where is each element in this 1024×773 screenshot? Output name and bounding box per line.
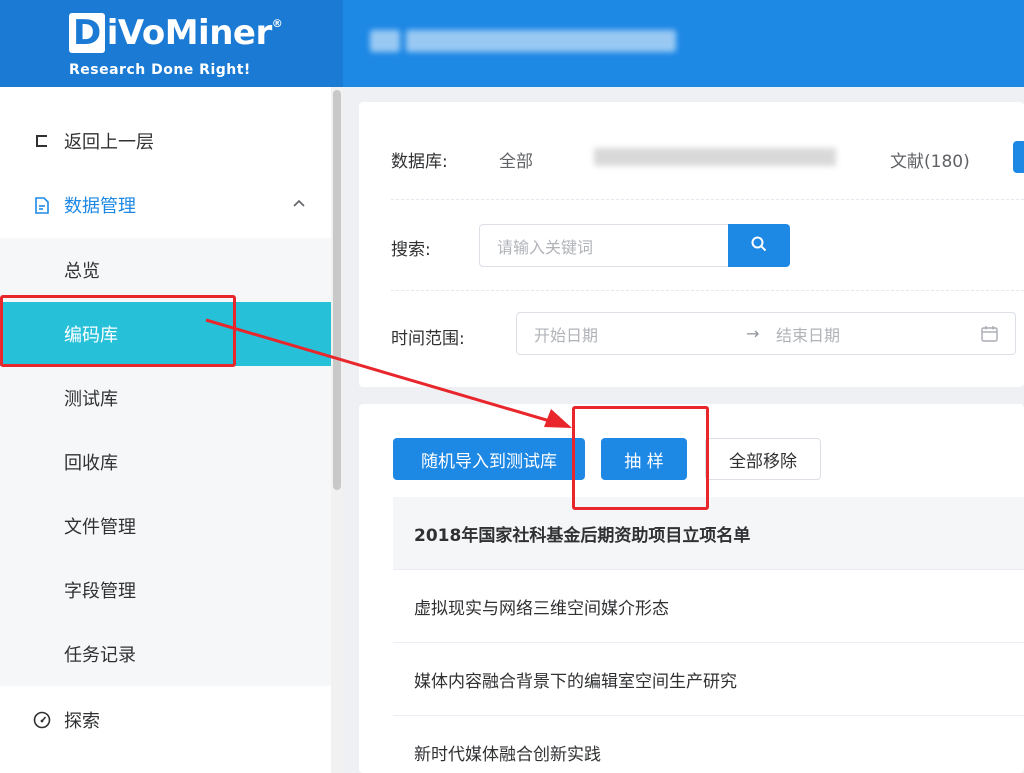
annotation-box-coding-library bbox=[0, 295, 236, 367]
search-icon bbox=[751, 236, 767, 256]
database-option-active-edge[interactable] bbox=[1013, 141, 1024, 173]
list-item-title: 虚拟现实与网络三维空间媒介形态 bbox=[414, 598, 669, 619]
data-management-label: 数据管理 bbox=[64, 196, 136, 217]
filter-divider bbox=[391, 290, 1024, 291]
blurred-database-option[interactable] bbox=[594, 148, 836, 166]
annotation-box-sample-button bbox=[572, 406, 709, 510]
list-item-title: 2018年国家社科基金后期资助项目立项名单 bbox=[414, 525, 751, 546]
logo-text: iVoMiner bbox=[106, 13, 273, 53]
back-icon bbox=[32, 134, 52, 148]
logo-initial: D bbox=[69, 13, 105, 53]
search-button[interactable] bbox=[728, 224, 790, 267]
list-item[interactable]: 新时代媒体融合创新实践 bbox=[393, 716, 1024, 773]
sidebar-item-label: 字段管理 bbox=[64, 581, 136, 602]
back-nav-item[interactable]: 返回上一层 bbox=[0, 109, 331, 173]
search-input[interactable]: 请输入关键词 bbox=[479, 224, 729, 267]
calendar-icon[interactable] bbox=[981, 325, 998, 346]
dashboard-icon bbox=[32, 711, 52, 729]
sidebar-item-overview[interactable]: 总览 bbox=[0, 238, 331, 302]
sidebar-item-test-library[interactable]: 测试库 bbox=[0, 366, 331, 430]
list-item-title: 新时代媒体融合创新实践 bbox=[414, 744, 601, 765]
sidebar-item-label: 任务记录 bbox=[64, 645, 136, 666]
explore-nav-item[interactable]: 探索 bbox=[0, 688, 331, 752]
sidebar-scrollbar-thumb[interactable] bbox=[333, 90, 341, 490]
list-item-title: 媒体内容融合背景下的编辑室空间生产研究 bbox=[414, 671, 737, 692]
start-date-input[interactable]: 开始日期 bbox=[534, 322, 598, 346]
date-range-picker[interactable]: 开始日期 → 结束日期 bbox=[516, 312, 1016, 355]
sidebar-item-label: 总览 bbox=[64, 261, 100, 282]
chevron-up-icon[interactable] bbox=[293, 195, 305, 211]
list-item[interactable]: 虚拟现实与网络三维空间媒介形态 bbox=[393, 570, 1024, 643]
filter-divider bbox=[391, 199, 1024, 200]
document-icon bbox=[32, 196, 52, 214]
top-header: DiVoMiner® Research Done Right! bbox=[0, 0, 1024, 87]
database-label: 数据库: bbox=[391, 152, 448, 172]
sidebar-item-recycle-library[interactable]: 回收库 bbox=[0, 430, 331, 494]
remove-all-button[interactable]: 全部移除 bbox=[705, 438, 821, 480]
blurred-project-title bbox=[370, 30, 676, 52]
search-placeholder: 请输入关键词 bbox=[497, 237, 594, 257]
sidebar-item-label: 文件管理 bbox=[64, 517, 136, 538]
time-range-label: 时间范围: bbox=[391, 329, 465, 349]
registered-mark: ® bbox=[271, 17, 283, 30]
logo-area: DiVoMiner® Research Done Right! bbox=[0, 0, 343, 87]
sidebar-item-label: 回收库 bbox=[64, 453, 118, 474]
range-arrow: → bbox=[746, 324, 760, 343]
sidebar-item-file-management[interactable]: 文件管理 bbox=[0, 494, 331, 558]
list-item[interactable]: 媒体内容融合背景下的编辑室空间生产研究 bbox=[393, 643, 1024, 716]
database-option-all[interactable]: 全部 bbox=[499, 147, 533, 172]
data-management-nav[interactable]: 数据管理 bbox=[0, 173, 331, 237]
back-label: 返回上一层 bbox=[64, 132, 154, 153]
end-date-input[interactable]: 结束日期 bbox=[776, 322, 840, 346]
sidebar-item-field-management[interactable]: 字段管理 bbox=[0, 558, 331, 622]
database-option-literature[interactable]: 文献(180) bbox=[890, 147, 970, 172]
sidebar-item-label: 测试库 bbox=[64, 389, 118, 410]
explore-label: 探索 bbox=[64, 711, 100, 732]
random-import-button[interactable]: 随机导入到测试库 bbox=[393, 438, 585, 480]
search-label: 搜索: bbox=[391, 240, 431, 260]
logo[interactable]: DiVoMiner® bbox=[69, 13, 283, 53]
sidebar-item-task-records[interactable]: 任务记录 bbox=[0, 622, 331, 686]
logo-tagline: Research Done Right! bbox=[69, 62, 251, 78]
